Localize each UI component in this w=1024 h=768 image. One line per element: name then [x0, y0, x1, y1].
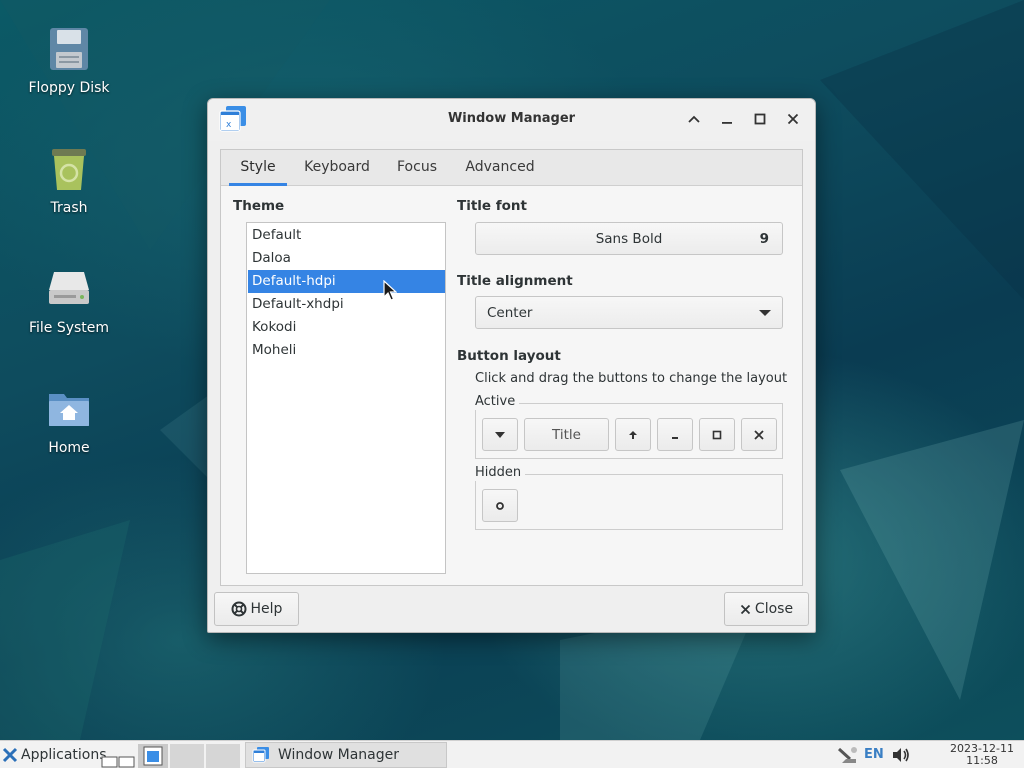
hidden-buttons-area[interactable]: Hidden — [475, 465, 783, 530]
title-font-name: Sans Bold — [595, 231, 663, 247]
theme-item-moheli[interactable]: Moheli — [248, 339, 445, 362]
workspace-2-button[interactable] — [170, 744, 204, 768]
title-bar[interactable]: x Window Manager — [208, 99, 815, 141]
window-manager-app-icon — [252, 747, 269, 763]
theme-item-default[interactable]: Default — [248, 224, 445, 247]
tab-style[interactable]: Style — [229, 150, 287, 186]
active-buttons-area[interactable]: Active Title — [475, 394, 783, 459]
layout-minimize-button[interactable] — [657, 418, 693, 451]
desktop-icon-label: Home — [48, 440, 90, 456]
theme-section-label: Theme — [233, 198, 285, 214]
settings-notebook: Style Keyboard Focus Advanced Theme Defa… — [220, 149, 803, 586]
tab-keyboard[interactable]: Keyboard — [297, 150, 377, 186]
desktop-icon-trash[interactable]: Trash — [14, 146, 124, 216]
desktop-icon-floppy-disk[interactable]: Floppy Disk — [14, 26, 124, 96]
xfce-logo-icon — [2, 747, 18, 763]
taskbar-window-label: Window Manager — [278, 747, 400, 763]
menu-triangle-icon — [495, 431, 505, 438]
taskbar-window-manager-button[interactable]: Window Manager — [245, 742, 447, 768]
network-tray-icon[interactable] — [836, 745, 858, 768]
title-font-label: Title font — [457, 198, 527, 214]
stick-circle-icon — [496, 501, 504, 510]
desktop-icon-label: Trash — [50, 200, 88, 216]
dropdown-arrow-icon — [759, 310, 771, 316]
hard-drive-icon — [46, 266, 92, 312]
desktop-icon-label: File System — [28, 320, 110, 336]
active-group-label: Active — [475, 394, 520, 410]
layout-maximize-button[interactable] — [699, 418, 735, 451]
title-font-button[interactable]: Sans Bold 9 — [475, 222, 783, 255]
theme-item-kokodi[interactable]: Kokodi — [248, 316, 445, 339]
workspace-switcher[interactable] — [101, 744, 137, 768]
layout-title-button[interactable]: Title — [524, 418, 609, 451]
close-button-label: Close — [754, 601, 794, 617]
volume-tray-icon[interactable] — [891, 746, 911, 768]
window-manager-dialog: x Window Manager Style Keyboard Focus Ad… — [207, 98, 816, 633]
clock[interactable]: 2023-12-11 11:58 — [944, 743, 1020, 767]
desktop-icon-file-system[interactable]: File System — [14, 266, 124, 336]
theme-list[interactable]: Default Daloa Default-hdpi Default-xhdpi… — [246, 222, 446, 574]
title-alignment-combo[interactable]: Center — [475, 296, 783, 329]
close-icon — [740, 604, 751, 615]
maximize-button[interactable] — [750, 109, 770, 129]
maximize-icon — [754, 113, 766, 125]
close-window-button[interactable] — [783, 109, 803, 129]
workspace-1-button[interactable] — [138, 744, 168, 768]
arrow-up-icon — [629, 430, 637, 439]
help-button[interactable]: Help — [214, 592, 299, 626]
tab-focus[interactable]: Focus — [389, 150, 445, 186]
tab-bar: Style Keyboard Focus Advanced — [221, 150, 802, 186]
theme-item-daloa[interactable]: Daloa — [248, 247, 445, 270]
layout-menu-button[interactable] — [482, 418, 518, 451]
trash-icon — [46, 146, 92, 192]
minimize-icon — [722, 122, 732, 124]
theme-item-default-xhdpi[interactable]: Default-xhdpi — [248, 293, 445, 316]
close-icon — [754, 429, 764, 440]
maximize-icon — [712, 430, 722, 439]
layout-shade-button[interactable] — [615, 418, 651, 451]
clock-time: 11:58 — [966, 754, 998, 767]
help-button-label: Help — [250, 601, 283, 617]
minimize-icon — [672, 436, 678, 439]
theme-item-default-hdpi[interactable]: Default-hdpi — [248, 270, 445, 293]
minimize-button[interactable] — [717, 109, 737, 129]
title-alignment-label: Title alignment — [457, 273, 573, 289]
hidden-group-label: Hidden — [475, 465, 526, 481]
keyboard-layout-indicator[interactable]: EN — [864, 747, 884, 762]
layout-stick-button[interactable] — [482, 489, 518, 522]
title-font-size: 9 — [759, 231, 769, 247]
button-layout-label: Button layout — [457, 348, 561, 364]
chevron-up-icon — [688, 115, 700, 123]
close-icon — [787, 113, 799, 125]
close-button[interactable]: Close — [724, 592, 809, 626]
applications-menu-label: Applications — [21, 747, 107, 763]
button-layout-hint: Click and drag the buttons to change the… — [475, 371, 788, 386]
roll-up-button[interactable] — [684, 109, 704, 129]
title-alignment-value: Center — [487, 305, 533, 321]
help-lifebuoy-icon — [231, 601, 247, 617]
mouse-pointer-icon — [383, 280, 397, 301]
taskbar: Applications Window Manager EN 2023-12-1… — [0, 740, 1024, 768]
home-folder-icon — [46, 386, 92, 432]
applications-menu-button[interactable]: Applications — [2, 744, 107, 766]
floppy-disk-icon — [46, 26, 92, 72]
desktop-icon-label: Floppy Disk — [28, 80, 110, 96]
workspaces-icon — [101, 756, 135, 768]
tab-advanced[interactable]: Advanced — [459, 150, 541, 186]
window-manager-mini-icon — [143, 746, 163, 766]
workspace-3-button[interactable] — [206, 744, 240, 768]
layout-close-button[interactable] — [741, 418, 777, 451]
desktop-icon-home[interactable]: Home — [14, 386, 124, 456]
